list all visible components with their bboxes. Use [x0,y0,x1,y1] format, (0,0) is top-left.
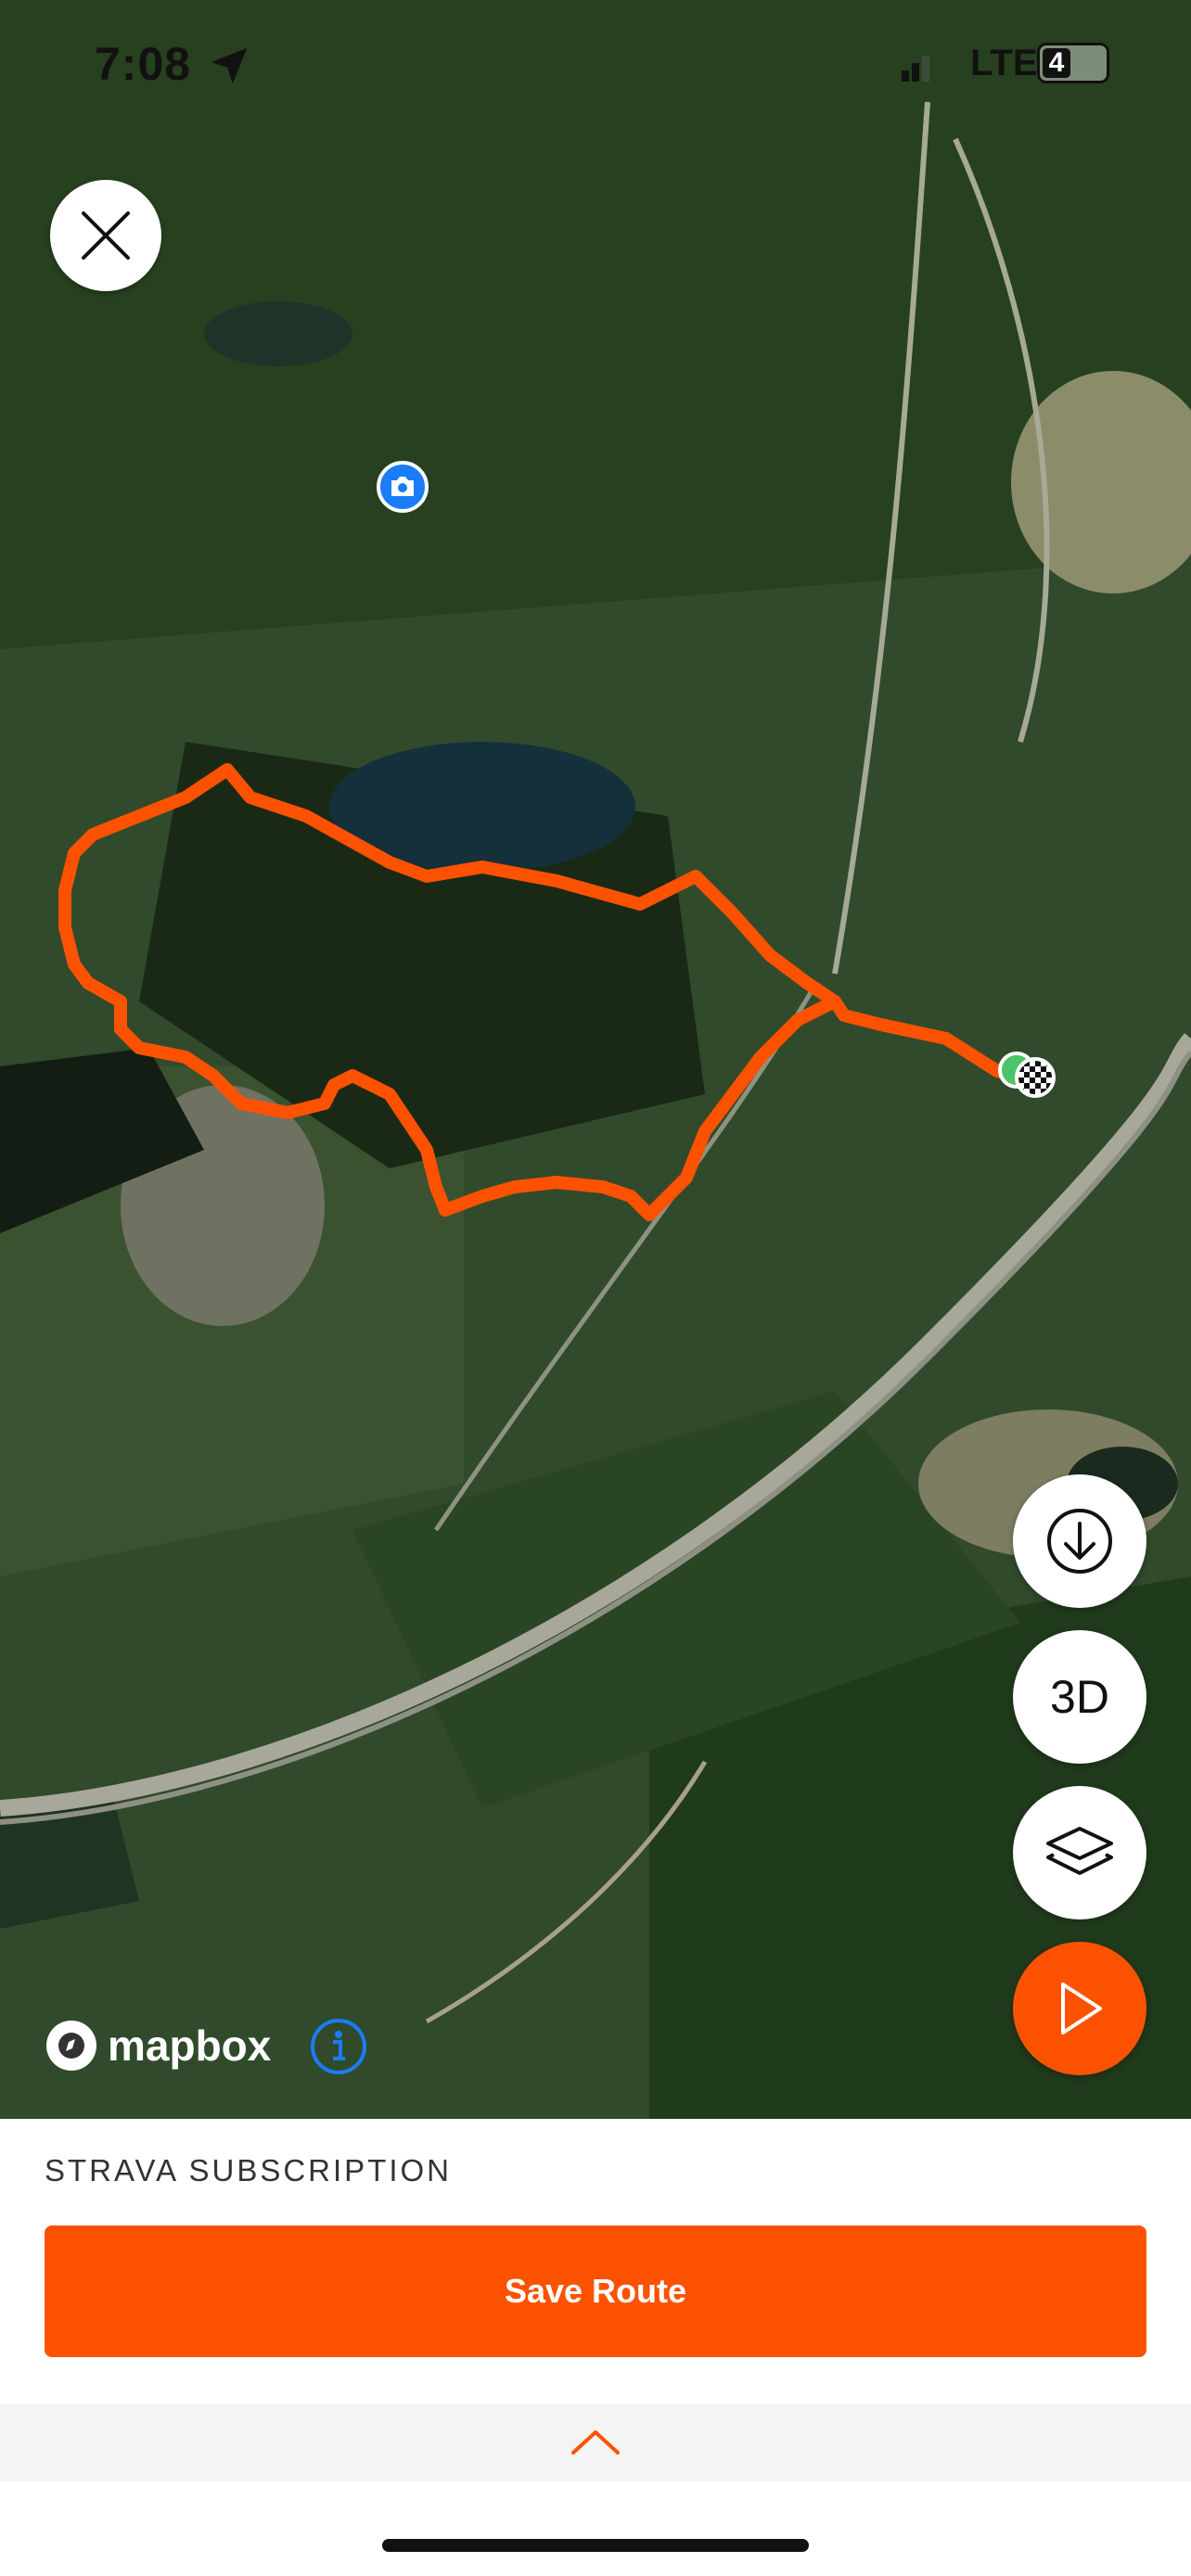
status-time: 7:08 [95,38,192,90]
expand-drawer-handle[interactable] [0,2404,1191,2481]
save-route-button[interactable]: Save Route [45,2225,1146,2357]
3d-toggle-button[interactable]: 3D [1013,1630,1146,1764]
mapbox-logo: mapbox [46,2020,271,2072]
play-flyover-button[interactable] [1013,1942,1146,2075]
location-arrow-icon [211,47,248,84]
map-view[interactable]: 7:08 LTE 4 3D mapbox [0,0,1191,2119]
signal-icon [902,56,929,82]
route-line [58,763,1018,1221]
info-icon[interactable] [310,2018,367,2075]
subscription-label: STRAVA SUBSCRIPTION [45,2153,453,2187]
close-icon [82,211,130,260]
battery-level: 4 [1043,48,1070,78]
battery-icon: 4 [1037,43,1109,83]
save-route-label: Save Route [504,2272,687,2310]
carrier-label: LTE [970,43,1038,83]
download-button[interactable] [1013,1474,1146,1608]
photo-pin[interactable] [377,461,429,513]
status-bar: 7:08 LTE 4 [0,37,1191,102]
layers-button[interactable] [1013,1786,1146,1919]
download-icon [1047,1509,1112,1574]
play-icon [1061,1983,1102,2034]
mapbox-wordmark: mapbox [108,2021,272,2070]
chevron-up-icon [571,2430,620,2455]
mapbox-logo-icon [46,2021,96,2071]
layers-icon [1046,1827,1113,1875]
home-indicator [382,2539,809,2552]
camera-icon [391,477,414,496]
checkered-flag-icon [1015,1057,1056,1098]
close-button[interactable] [50,180,161,291]
3d-label: 3D [1050,1671,1109,1723]
